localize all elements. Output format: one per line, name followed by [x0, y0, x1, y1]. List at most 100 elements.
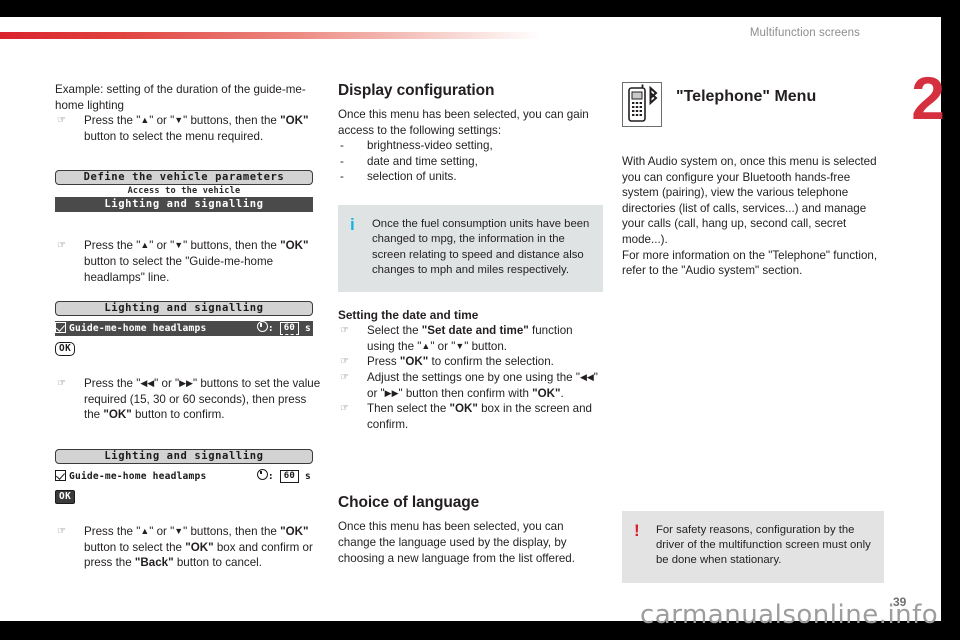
datetime-step-3: ☞ Adjust the settings one by one using t…	[338, 370, 603, 401]
down-arrow-icon: ▼	[174, 115, 184, 126]
datetime-title: Setting the date and time	[338, 308, 479, 323]
clock-icon	[256, 468, 268, 480]
rewind-icon: ◀◀	[140, 378, 155, 389]
dt-step-4-a: Then select the	[367, 402, 450, 416]
left-step-4-b: " or "	[149, 524, 175, 538]
lcd3-ok-box[interactable]: OK	[55, 489, 76, 504]
checkbox-checked-icon[interactable]	[55, 469, 66, 481]
left-step-1-d: button to select the menu required.	[84, 129, 264, 143]
left-step-2-b: " or "	[149, 239, 175, 253]
up-arrow-icon: ▲	[140, 115, 150, 126]
display-config-item-0: - brightness-video setting,	[338, 138, 603, 154]
left-step-2: ☞ Press the "▲" or "▼" buttons, then the…	[55, 238, 323, 285]
fast-forward-icon: ▶▶	[384, 387, 399, 398]
dt-step-3-ok: "OK"	[532, 386, 561, 400]
display-configuration-title: Display configuration	[338, 82, 495, 99]
lcd-screen-lighting-confirm: Lighting and signalling Guide-me-home he…	[55, 448, 313, 504]
left-step-4-back: "Back"	[134, 556, 174, 570]
datetime-step-2: ☞ Press "OK" to confirm the selection.	[338, 354, 603, 370]
left-step-1-b: " or "	[149, 114, 175, 128]
fast-forward-icon: ▶▶	[179, 378, 193, 389]
lcd2-value[interactable]: 60	[279, 322, 300, 336]
left-step-1-ok: "OK"	[280, 114, 309, 128]
lcd1-subtitle: Access to the vehicle	[127, 186, 241, 197]
dt-step-1-b: "Set date and time"	[421, 324, 529, 338]
datetime-step-4: ☞ Then select the "OK" box in the screen…	[338, 401, 603, 432]
lcd2-sep: :	[267, 323, 274, 335]
dt-step-1-e: " button.	[464, 339, 508, 353]
hand-pointer-icon: ☞	[57, 240, 66, 252]
warning-callout: ! For safety reasons, configuration by t…	[622, 510, 884, 583]
left-step-1-a: Press the "	[84, 114, 141, 128]
datetime-step-1: ☞ Select the "Set date and time" functio…	[338, 323, 603, 354]
display-config-item-0-label: brightness-video setting,	[367, 139, 493, 153]
mobile-phone-bluetooth-icon	[622, 82, 662, 127]
choice-of-language-text: Once this menu has been selected, you ca…	[338, 520, 575, 565]
down-arrow-icon: ▼	[455, 340, 465, 351]
column-left: Example: setting of the duration of the …	[55, 82, 323, 571]
display-config-item-2: - selection of units.	[338, 169, 603, 185]
lcd1-title: Define the vehicle parameters	[55, 170, 313, 186]
page-number: 39	[893, 595, 907, 609]
telephone-body-paragraph-2: For more information on the "Telephone" …	[622, 248, 878, 278]
dt-step-1-a: Select the	[367, 324, 422, 338]
column-right: "Telephone" Menu With Audio system on, o…	[622, 82, 884, 583]
dash-bullet-icon: -	[340, 154, 344, 168]
telephone-menu-header: "Telephone" Menu	[622, 82, 884, 134]
left-step-2-a: Press the "	[84, 239, 141, 253]
lcd-screen-lighting-selected: Lighting and signalling Guide-me-home he…	[55, 301, 313, 357]
dt-step-2-b: to confirm the selection.	[428, 355, 554, 369]
dt-step-3-c: " button then confirm with	[398, 386, 533, 400]
hand-pointer-icon: ☞	[340, 403, 349, 415]
top-black-band	[0, 0, 960, 17]
lcd1-selected-row[interactable]: Lighting and signalling	[55, 197, 313, 213]
left-step-3-d: button to confirm.	[131, 408, 225, 422]
left-step-2-c: " buttons, then the	[183, 239, 281, 253]
warning-icon: !	[634, 520, 640, 540]
left-step-2-ok: "OK"	[280, 239, 309, 253]
left-step-1: ☞ Press the "▲" or "▼" buttons, then the…	[55, 113, 323, 144]
clock-icon	[256, 321, 268, 333]
display-configuration-intro: Once this menu has been selected, you ca…	[338, 108, 589, 137]
hand-pointer-icon: ☞	[340, 325, 349, 337]
left-step-4-ok1: "OK"	[280, 524, 309, 538]
down-arrow-icon: ▼	[174, 525, 184, 536]
left-step-4-f: button to cancel.	[173, 556, 262, 570]
up-arrow-icon: ▲	[421, 340, 431, 351]
left-step-4-ok2: "OK"	[185, 540, 214, 554]
dt-step-2-a: Press	[367, 355, 400, 369]
lcd2-item-row[interactable]: Guide-me-home headlamps : 60 s	[55, 321, 313, 337]
hand-pointer-icon: ☞	[57, 378, 66, 390]
left-step-1-c: " buttons, then the	[183, 114, 281, 128]
warning-callout-text: For safety reasons, configuration by the…	[656, 523, 871, 567]
info-callout-text: Once the fuel consumption units have bee…	[372, 217, 590, 276]
header-accent-rule	[0, 32, 540, 39]
left-step-4: ☞ Press the "▲" or "▼" buttons, then the…	[55, 524, 323, 571]
hand-pointer-icon: ☞	[340, 371, 349, 383]
dash-bullet-icon: -	[340, 170, 344, 184]
hand-pointer-icon: ☞	[57, 115, 66, 127]
up-arrow-icon: ▲	[140, 525, 150, 536]
lcd2-title: Lighting and signalling	[55, 301, 313, 317]
left-step-3-b: " or "	[154, 377, 180, 391]
left-step-3-a: Press the "	[84, 377, 141, 391]
down-arrow-icon: ▼	[174, 240, 184, 251]
checkbox-checked-icon[interactable]	[55, 322, 66, 334]
lcd3-duration-group: : 60 s	[256, 468, 311, 484]
left-intro-text: Example: setting of the duration of the …	[55, 83, 306, 112]
display-config-item-2-label: selection of units.	[367, 170, 457, 184]
lcd2-ok-box[interactable]: OK	[55, 342, 76, 357]
left-step-3: ☞ Press the "◀◀" or "▶▶" buttons to set …	[55, 376, 323, 423]
chapter-number-tab: 2	[911, 65, 945, 132]
telephone-menu-title: "Telephone" Menu	[676, 88, 817, 105]
telephone-body-paragraph-1: With Audio system on, once this menu is …	[622, 155, 877, 246]
choice-of-language-title: Choice of language	[338, 494, 480, 512]
left-step-2-d: button to select the "Guide-me-home head…	[84, 254, 274, 284]
hand-pointer-icon: ☞	[57, 525, 66, 537]
left-step-4-c: " buttons, then the	[183, 524, 281, 538]
lcd3-sep: :	[267, 470, 274, 482]
lcd3-item-row[interactable]: Guide-me-home headlamps : 60 s	[55, 468, 313, 484]
lcd3-value[interactable]: 60	[279, 469, 300, 483]
info-callout: i Once the fuel consumption units have b…	[338, 204, 603, 293]
display-config-item-1-label: date and time setting,	[367, 154, 478, 168]
